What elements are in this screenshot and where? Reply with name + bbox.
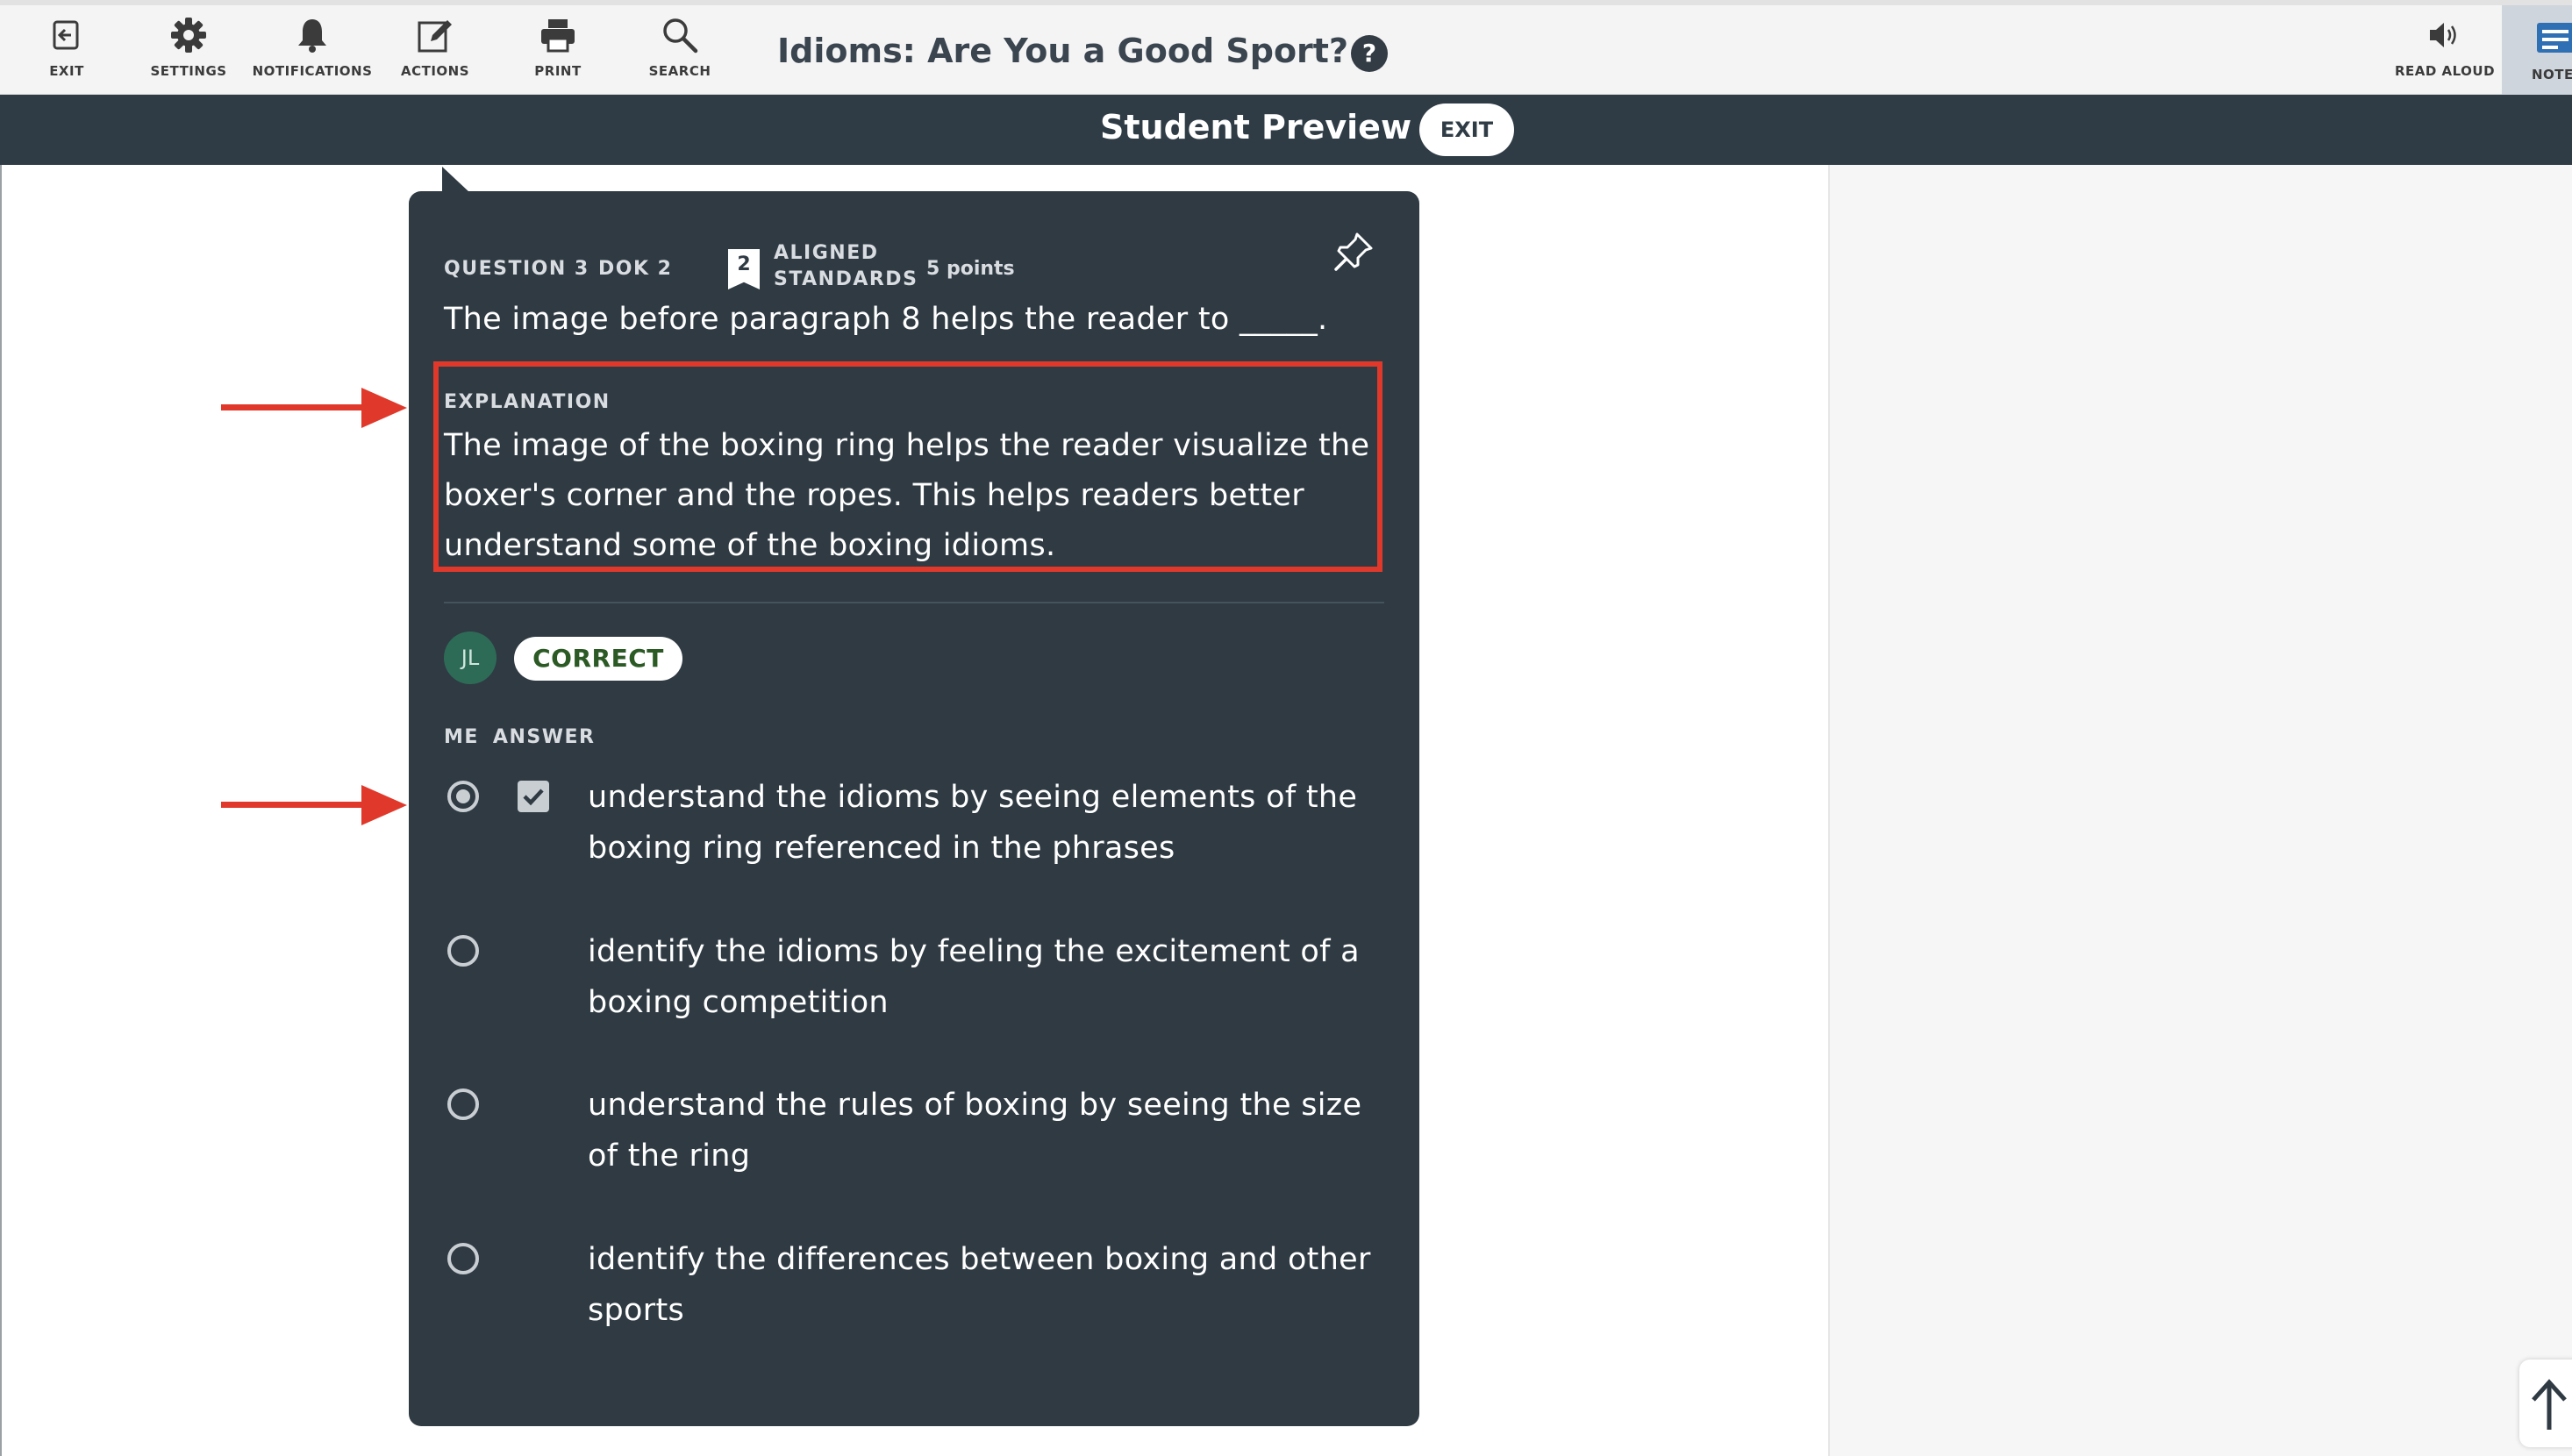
scroll-to-top-button[interactable] [2519,1360,2572,1447]
answer-option[interactable]: understand the idioms by seeing elements… [444,772,1391,877]
question-card: QUESTION 3 DOK 2 2 ALIGNED STANDARDS 5 p… [409,191,1419,1426]
explanation-text: The image of the boxing ring helps the r… [444,428,1370,563]
card-pointer [442,167,470,193]
pin-icon[interactable] [1332,230,1375,274]
option-text: identify the differences between boxing … [588,1242,1371,1328]
arrow-up-icon [2530,1379,2568,1435]
top-toolbar: EXIT SETTINGS NOTIFICATIONS ACTIONS PRIN… [0,0,2572,95]
question-number: QUESTION 3 [444,258,589,280]
aligned-standards-label[interactable]: ALIGNED STANDARDS [774,240,918,293]
option-radio-selected[interactable] [447,781,479,812]
notes-button[interactable]: NOTE [2502,5,2572,95]
notes-label: NOTE [2532,67,2572,82]
aligned-standards-line2: STANDARDS [774,268,918,290]
option-text: understand the rules of boxing by seeing… [588,1088,1362,1174]
help-icon[interactable]: ? [1351,35,1388,72]
settings-label: SETTINGS [150,63,227,79]
option-radio[interactable] [447,1088,479,1120]
bell-icon [295,11,330,60]
option-radio[interactable] [447,935,479,967]
search-button[interactable]: SEARCH [647,11,712,95]
divider [444,602,1384,603]
answer-option[interactable]: identify the differences between boxing … [444,1234,1391,1339]
answer-columns-header: ME ANSWER [444,726,609,748]
read-aloud-label: READ ALOUD [2394,63,2496,79]
exit-icon [52,11,82,60]
notes-side-panel [1828,165,2572,1456]
annotation-arrow-explanation [221,386,407,433]
dok-level: DOK 2 [598,258,673,280]
student-avatar: JL [444,632,497,684]
exit-label: EXIT [49,63,84,79]
option-text: understand the idioms by seeing elements… [588,780,1358,866]
print-button[interactable]: PRINT [530,11,586,95]
edit-icon [417,11,454,60]
print-label: PRINT [534,63,582,79]
document-title: Idioms: Are You a Good Sport? [777,32,1349,70]
speaker-icon [2426,11,2463,60]
printer-icon [539,11,576,60]
option-text: identify the idioms by feeling the excit… [588,934,1360,1020]
answer-column-label: ANSWER [492,726,596,748]
actions-button[interactable]: ACTIONS [400,11,470,95]
notes-icon [2535,21,2572,60]
read-aloud-button[interactable]: READ ALOUD [2394,11,2496,95]
preview-exit-button[interactable]: EXIT [1419,103,1514,156]
answer-option[interactable]: identify the idioms by feeling the excit… [444,926,1391,1031]
exit-button[interactable]: EXIT [39,11,95,95]
correct-badge: CORRECT [514,637,682,681]
student-preview-bar: Student Preview EXIT [0,95,2572,165]
page-left-edge [0,165,2,1456]
correct-answer-checkbox [518,781,549,812]
settings-button[interactable]: SETTINGS [150,11,227,95]
search-label: SEARCH [648,63,711,79]
question-prompt: The image before paragraph 8 helps the r… [444,302,1328,337]
preview-title: Student Preview [1100,108,1412,146]
option-radio[interactable] [447,1243,479,1274]
points-value: 5 points [926,258,1015,280]
gear-icon [170,11,207,60]
explanation-label: EXPLANATION [444,391,611,413]
annotation-arrow-answer [221,783,407,831]
actions-label: ACTIONS [400,63,470,79]
search-icon [661,11,698,60]
notifications-button[interactable]: NOTIFICATIONS [253,11,372,95]
notifications-label: NOTIFICATIONS [252,63,373,79]
me-column-label: ME [444,726,479,748]
aligned-standards-line1: ALIGNED [774,242,879,264]
answer-option[interactable]: understand the rules of boxing by seeing… [444,1080,1391,1185]
standards-count-badge[interactable]: 2 [728,249,760,289]
